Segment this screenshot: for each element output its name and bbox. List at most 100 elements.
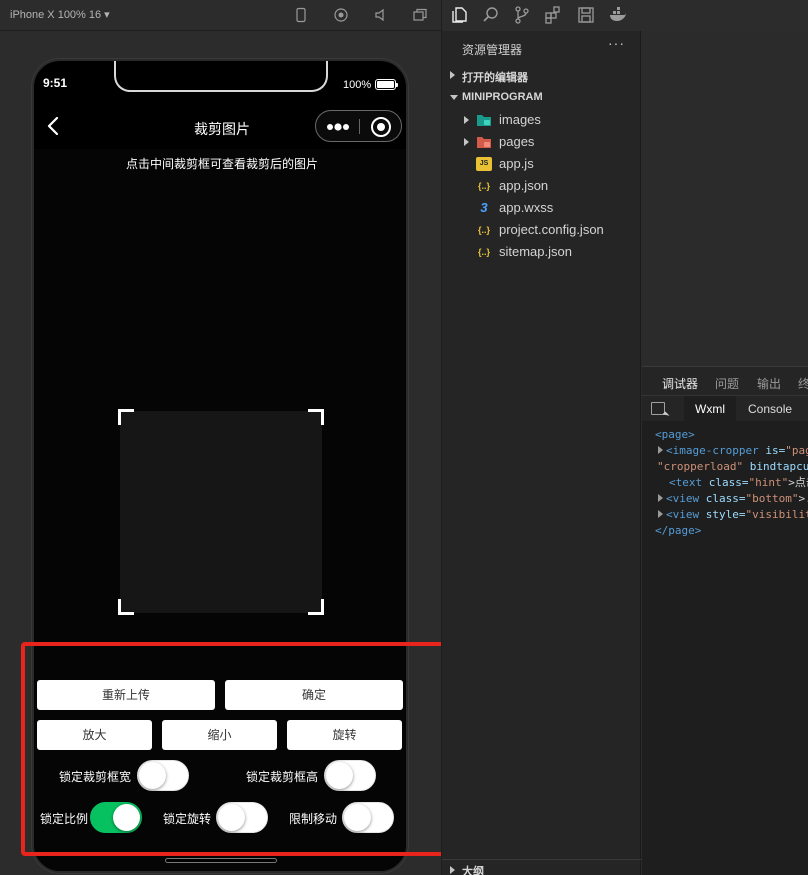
tree-item-app-json[interactable]: {..} app.json	[442, 175, 641, 197]
switch-knob	[344, 804, 371, 831]
debugger-subtabs: Wxml Console	[642, 395, 808, 422]
tree-item-app-wxss[interactable]: 3 app.wxss	[442, 197, 641, 219]
inspect-element-icon[interactable]	[651, 402, 665, 415]
battery-icon	[375, 79, 398, 90]
simulator-toolbar: iPhone X 100% 16 ▾	[0, 0, 441, 31]
lock-ratio-label: 锁定比例	[40, 812, 89, 826]
tree-item-app-js[interactable]: JS app.js	[442, 153, 641, 175]
tree-item-label: pages	[499, 134, 535, 149]
speaker-icon[interactable]	[373, 7, 389, 23]
files-icon[interactable]	[450, 5, 470, 25]
expand-triangle-icon[interactable]	[658, 446, 663, 454]
code-line[interactable]: <view class="bottom">.	[658, 491, 808, 507]
section-label: 大纲	[462, 866, 484, 875]
tree-item-label: app.json	[499, 178, 549, 193]
code-line[interactable]: "cropperload" bindtapcu	[657, 459, 808, 475]
extensions-icon[interactable]	[543, 5, 563, 25]
zoom-in-button[interactable]: 放大	[37, 720, 152, 750]
wxml-tree: <page> <image-cropper is="pag "cropperlo…	[642, 427, 808, 847]
chevron-right-icon	[464, 116, 469, 124]
project-section[interactable]: MINIPROGRAM	[442, 87, 641, 109]
chevron-right-icon	[464, 138, 469, 146]
debugger-panel: 调试器 问题 输出 终 Wxml Console <page> <image-c…	[642, 366, 808, 875]
section-label: MINIPROGRAM	[462, 91, 543, 103]
device-selector[interactable]: iPhone X 100% 16 ▾	[10, 8, 110, 21]
crop-frame[interactable]	[118, 409, 324, 615]
nav-bar: 裁剪图片	[34, 105, 406, 149]
explorer-panel: 资源管理器 ··· 打开的编辑器 MINIPROGRAM images page…	[441, 31, 641, 875]
lock-height-switch[interactable]	[324, 760, 376, 791]
tree-item-images[interactable]: images	[442, 109, 641, 131]
tree-item-label: app.wxss	[499, 200, 554, 215]
limit-move-label: 限制移动	[289, 812, 338, 826]
tab-problems[interactable]: 问题	[715, 375, 739, 392]
expand-triangle-icon[interactable]	[658, 510, 663, 518]
debugger-tabs: 调试器 问题 输出 终	[642, 367, 808, 398]
switch-knob	[113, 804, 140, 831]
battery-percent: 100%	[343, 79, 372, 91]
switch-knob	[326, 762, 353, 789]
tree-item-project-config[interactable]: {..} project.config.json	[442, 219, 641, 241]
crop-corner-bottom-right[interactable]	[308, 599, 324, 615]
code-line[interactable]: </page>	[655, 523, 701, 539]
home-indicator	[165, 858, 277, 863]
json-file-icon: {..}	[477, 181, 490, 191]
code-line[interactable]: <image-cropper is="pag	[658, 443, 808, 459]
activity-bar	[441, 0, 808, 31]
chevron-right-icon	[450, 71, 455, 79]
crop-corner-top-left[interactable]	[118, 409, 134, 425]
limit-move-switch[interactable]	[342, 802, 394, 833]
code-line[interactable]: <text class="hint">点击	[669, 475, 808, 491]
phone-frame: 9:51 100% 裁剪图片 点击中间裁剪框可查看裁剪后的图片 重新上传 确定 …	[32, 59, 408, 873]
confirm-button[interactable]: 确定	[225, 680, 403, 710]
lock-rotate-label: 锁定旋转	[163, 812, 212, 826]
open-editors-section[interactable]: 打开的编辑器	[442, 65, 641, 87]
explorer-title: 资源管理器	[462, 43, 523, 57]
editor-area	[642, 31, 808, 366]
tree-item-label: images	[499, 112, 541, 127]
tab-terminal[interactable]: 终	[798, 375, 808, 392]
search-icon[interactable]	[481, 5, 501, 25]
tree-item-label: project.config.json	[499, 222, 604, 237]
json-file-icon: {..}	[477, 225, 490, 235]
outline-section[interactable]: 大纲	[442, 859, 641, 875]
hint-text: 点击中间裁剪框可查看裁剪后的图片	[125, 157, 318, 171]
capsule-divider	[359, 119, 360, 134]
phone-icon[interactable]	[293, 7, 309, 23]
code-line[interactable]: <view style="visibilit	[658, 507, 808, 523]
switch-knob	[218, 804, 245, 831]
lock-rotate-switch[interactable]	[216, 802, 268, 833]
zoom-out-button[interactable]: 缩小	[162, 720, 277, 750]
tree-item-sitemap[interactable]: {..} sitemap.json	[442, 241, 641, 263]
lock-width-switch[interactable]	[137, 760, 189, 791]
reupload-button[interactable]: 重新上传	[37, 680, 215, 710]
phone-notch	[114, 61, 328, 92]
lock-ratio-switch[interactable]	[90, 802, 142, 833]
more-dots-icon[interactable]	[326, 120, 350, 132]
record-icon[interactable]	[333, 7, 349, 23]
code-line[interactable]: <page>	[655, 427, 695, 443]
tree-item-label: sitemap.json	[499, 244, 572, 259]
crop-corner-top-right[interactable]	[308, 409, 324, 425]
close-capsule-icon[interactable]	[371, 117, 391, 137]
tab-output[interactable]: 输出	[757, 375, 781, 392]
subtab-wxml[interactable]: Wxml	[684, 396, 736, 422]
status-time: 9:51	[43, 76, 68, 90]
folder-images-icon	[476, 113, 492, 127]
folder-pages-icon	[476, 135, 492, 149]
subtab-console[interactable]: Console	[737, 396, 803, 422]
lock-height-label: 锁定裁剪框高	[246, 770, 319, 784]
chevron-right-icon	[450, 866, 455, 874]
git-branch-icon[interactable]	[512, 5, 532, 25]
save-panel-icon[interactable]	[576, 5, 596, 25]
crop-corner-bottom-left[interactable]	[118, 599, 134, 615]
rotate-button[interactable]: 旋转	[287, 720, 402, 750]
switch-knob	[139, 762, 166, 789]
menu-capsule	[315, 110, 402, 142]
section-label: 打开的编辑器	[462, 72, 528, 84]
docker-icon[interactable]	[608, 5, 628, 25]
more-actions-icon[interactable]: ···	[608, 35, 625, 51]
expand-triangle-icon[interactable]	[658, 494, 663, 502]
tree-item-pages[interactable]: pages	[442, 131, 641, 153]
window-icon[interactable]	[412, 7, 428, 23]
